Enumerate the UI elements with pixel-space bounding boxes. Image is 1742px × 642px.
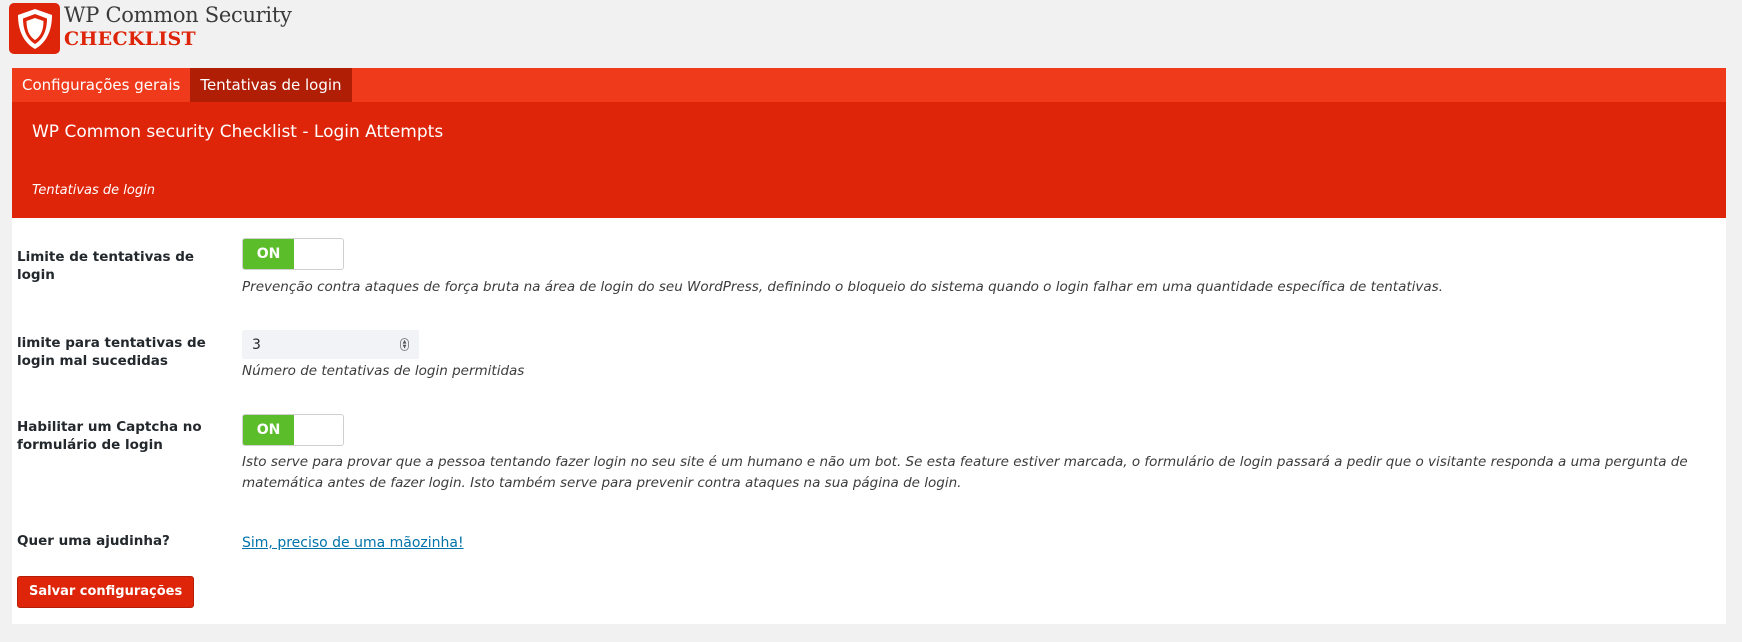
logo-subtitle: CHECKLIST: [64, 28, 196, 50]
limit-attempts-toggle[interactable]: ON: [242, 238, 344, 270]
setting-label: Quer uma ajudinha?: [17, 533, 170, 549]
spinner-icon[interactable]: ▲ ▼: [400, 338, 409, 351]
setting-label: limite para tentativas de login mal suce…: [17, 335, 206, 369]
tab-login-attempts[interactable]: Tentativas de login: [190, 68, 352, 102]
shield-icon: [9, 3, 60, 54]
toggle-on-label: ON: [243, 239, 294, 269]
setting-description: Prevenção contra ataques de força bruta …: [242, 279, 1443, 295]
toggle-on-label: ON: [243, 415, 294, 445]
setting-description: Número de tentativas de login permitidas: [242, 363, 525, 379]
failed-attempts-input[interactable]: 3 ▲ ▼: [242, 330, 419, 359]
input-value: 3: [252, 336, 261, 353]
save-button[interactable]: Salvar configurações: [17, 576, 195, 608]
section-subtitle: Tentativas de login: [32, 183, 155, 198]
tab-bar: Configurações gerais Tentativas de login: [12, 68, 1726, 102]
setting-label: Habilitar um Captcha no formulário de lo…: [17, 419, 202, 453]
settings-panel: Configurações gerais Tentativas de login…: [12, 68, 1726, 624]
setting-label: Limite de tentativas de login: [17, 249, 195, 283]
setting-description: Isto serve para provar que a pessoa tent…: [242, 454, 1688, 491]
captcha-toggle[interactable]: ON: [242, 414, 344, 446]
logo-title: WP Common Security: [64, 3, 292, 27]
tab-general-settings[interactable]: Configurações gerais: [12, 68, 190, 102]
section-header: WP Common security Checklist - Login Att…: [12, 102, 1726, 218]
help-link[interactable]: Sim, preciso de uma mãozinha!: [242, 535, 464, 551]
page-title: WP Common security Checklist - Login Att…: [32, 122, 444, 142]
plugin-logo: WP Common Security CHECKLIST: [9, 3, 292, 54]
